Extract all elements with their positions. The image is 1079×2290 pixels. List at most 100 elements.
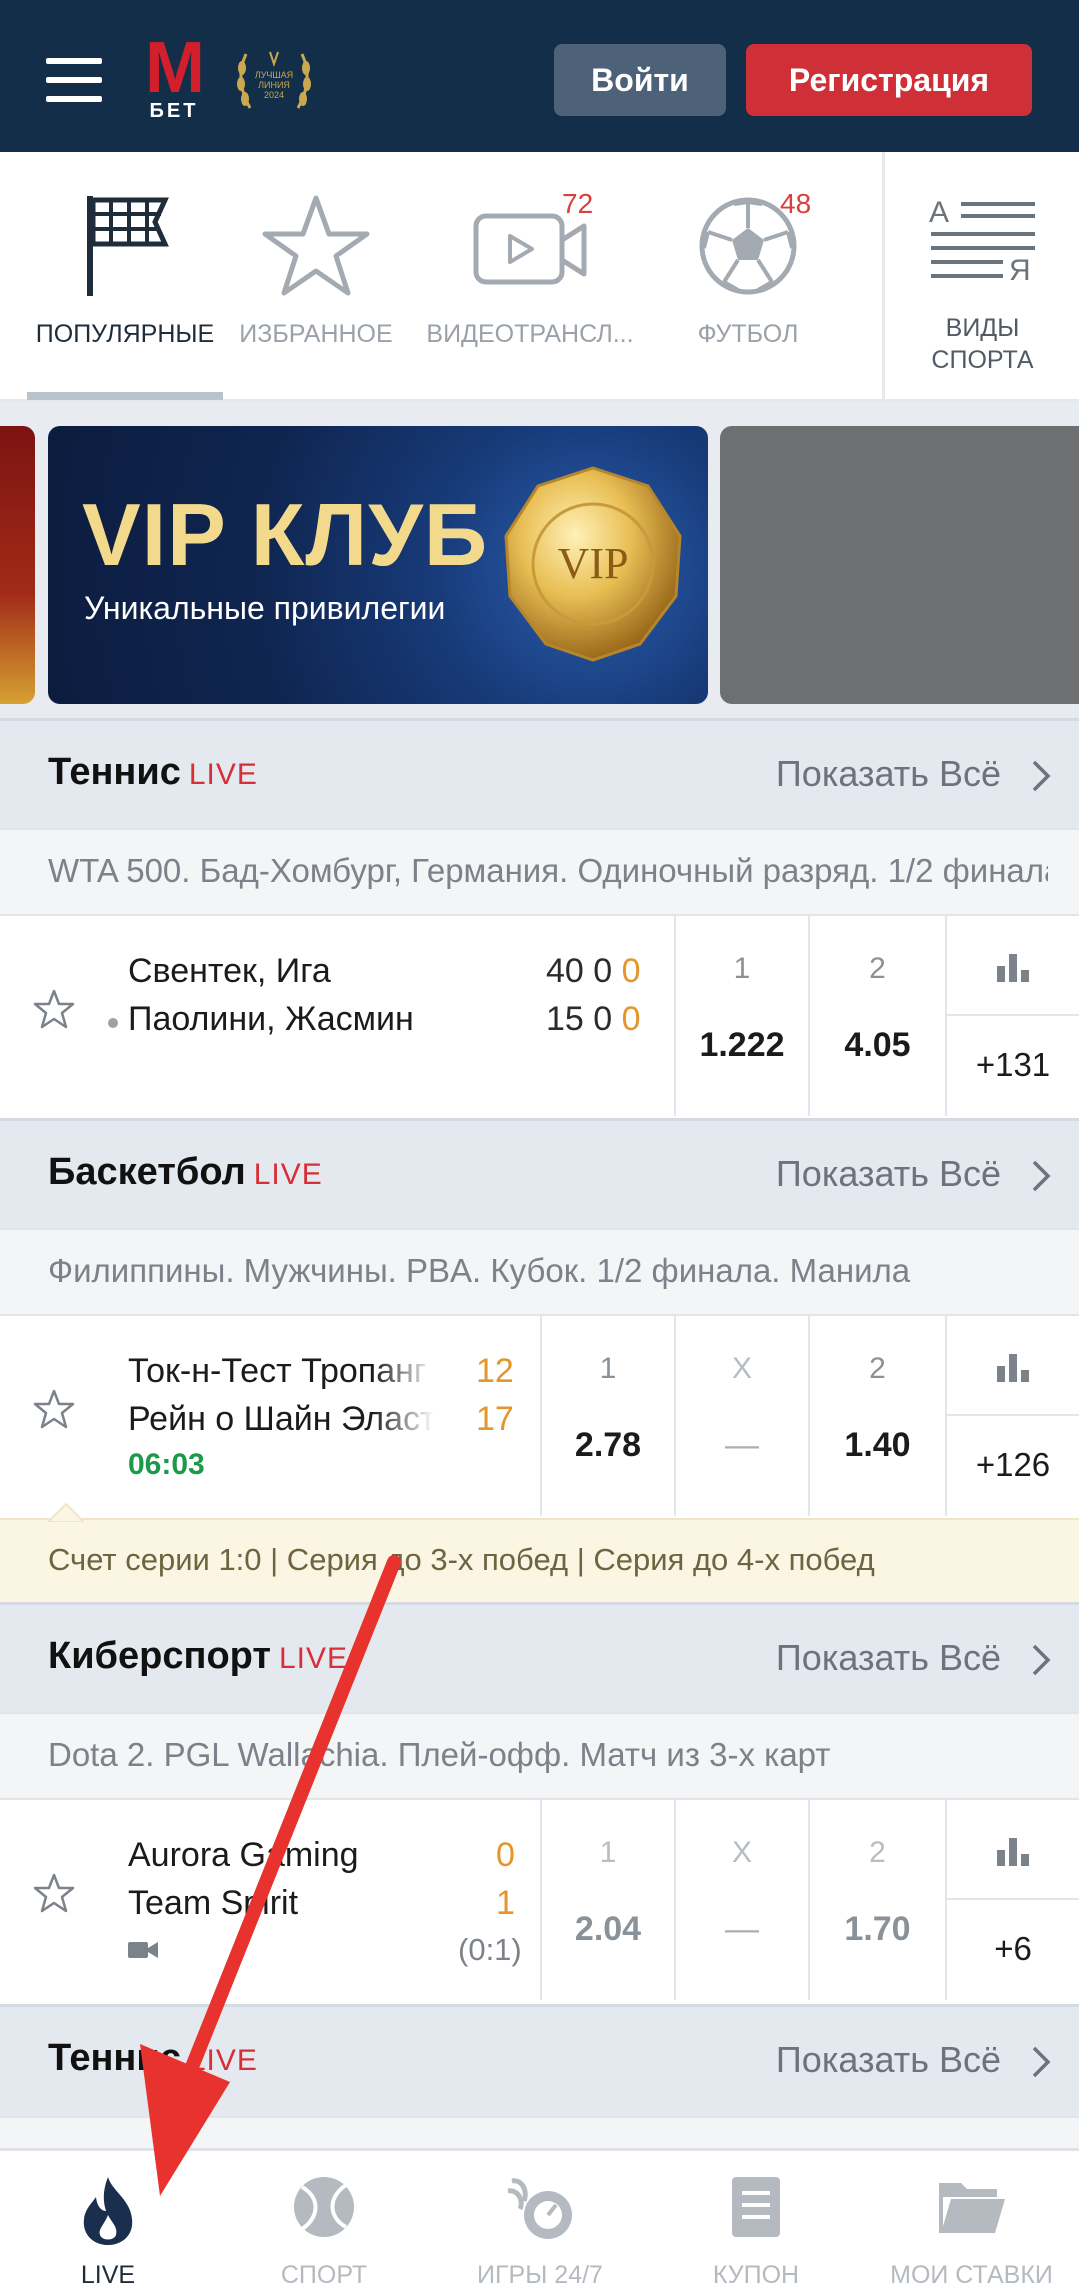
bottom-navigation: LIVE СПОРТ ИГРЫ 24/7 КУПОН МОИ СТАВКИ bbox=[0, 2148, 1079, 2290]
odds-cell-x[interactable]: X — bbox=[674, 1316, 808, 1516]
odds-cell-x[interactable]: X — bbox=[674, 1800, 808, 2000]
more-markets-button[interactable]: +6 bbox=[947, 1930, 1079, 1968]
tab-video[interactable]: 72 ВИДЕОТРАНСЛ... bbox=[414, 152, 646, 402]
stats-button[interactable] bbox=[947, 916, 1079, 1016]
show-all-link[interactable]: Показать Всё bbox=[776, 753, 1001, 795]
odds-label: X bbox=[731, 1836, 752, 1869]
stats-button[interactable] bbox=[947, 1800, 1079, 1900]
video-count-badge: 72 bbox=[562, 188, 594, 219]
promo-banner-prev[interactable] bbox=[0, 426, 35, 704]
folder-icon bbox=[938, 2183, 1005, 2233]
section-header-tennis[interactable]: Теннис LIVE Показать Всё bbox=[0, 718, 1079, 828]
pointer-triangle bbox=[48, 1502, 84, 1522]
more-markets-button[interactable]: +126 bbox=[947, 1446, 1079, 1484]
event-row[interactable]: Ток-н-Тест Тропанг Рейн о Шайн Эласто 06… bbox=[0, 1314, 1079, 1516]
odds-value: — bbox=[725, 1910, 759, 1948]
promo-banner-next[interactable] bbox=[720, 426, 1079, 704]
app-header: М БЕТ ЛУЧШАЯ ЛИНИЯ 2024 Войти Регистраци… bbox=[0, 0, 1079, 152]
league-name: WTA 500. Бад-Хомбург, Германия. Одиночны… bbox=[48, 852, 1048, 889]
active-tab-indicator bbox=[27, 392, 223, 400]
more-markets-button[interactable]: +131 bbox=[947, 1046, 1079, 1084]
odds-cell-2[interactable]: 2 1.40 bbox=[808, 1316, 945, 1516]
section-title: Баскетбол LIVE bbox=[48, 1151, 323, 1194]
nav-coupon[interactable]: КУПОН bbox=[648, 2151, 864, 2290]
nav-games-label: ИГРЫ 24/7 bbox=[477, 2261, 603, 2289]
stats-button[interactable] bbox=[947, 1316, 1079, 1416]
banner-subtitle: Уникальные привилегии bbox=[84, 590, 446, 626]
tab-football-label: ФУТБОЛ bbox=[697, 320, 799, 348]
event-side-cell: +126 bbox=[945, 1316, 1079, 1516]
star-icon bbox=[262, 195, 370, 296]
league-row-partial bbox=[0, 2116, 1079, 2148]
logo-letter: М bbox=[145, 28, 205, 108]
menu-icon[interactable] bbox=[46, 58, 102, 102]
show-all-link[interactable]: Показать Всё bbox=[776, 1153, 1001, 1195]
nav-coupon-label: КУПОН bbox=[712, 2261, 800, 2289]
chevron-right-icon bbox=[1032, 760, 1051, 792]
section-header-tennis-2[interactable]: Теннис LIVE Показать Всё bbox=[0, 2004, 1079, 2116]
section-title: Теннис LIVE bbox=[48, 2037, 258, 2080]
register-button[interactable]: Регистрация bbox=[746, 44, 1032, 116]
logo[interactable]: М БЕТ bbox=[138, 28, 210, 124]
favorite-star-icon[interactable] bbox=[32, 1872, 76, 1916]
event-row[interactable]: Свентек, Ига Паолини, Жасмин 40 0 0 15 0… bbox=[0, 914, 1079, 1116]
tab-popular[interactable]: ПОПУЛЯРНЫЕ bbox=[27, 152, 223, 402]
event-row[interactable]: Aurora Gaming Team Spirit 0 1 (0:1) 1 2.… bbox=[0, 1798, 1079, 2000]
odds-cell-2[interactable]: 2 1.70 bbox=[808, 1800, 945, 2000]
league-row[interactable]: Dota 2. PGL Wallachia. Плей-офф. Матч из… bbox=[0, 1712, 1079, 1798]
team1-name: Ток-н-Тест Тропанг bbox=[128, 1352, 427, 1390]
football-count-badge: 48 bbox=[780, 188, 812, 219]
series-info-text: Счет серии 1:0 | Серия до 3-х побед | Се… bbox=[48, 1542, 875, 1577]
tab-football[interactable]: 48 ФУТБОЛ bbox=[662, 152, 834, 402]
login-button[interactable]: Войти bbox=[554, 44, 726, 116]
live-label: LIVE bbox=[253, 1158, 323, 1191]
odds-value: 2.78 bbox=[574, 1426, 642, 1464]
vip-coin-icon: VIP bbox=[504, 466, 682, 662]
odds-label: 2 bbox=[869, 952, 886, 985]
odds-cell-1[interactable]: 1 1.222 bbox=[674, 916, 808, 1116]
odds-label: 1 bbox=[599, 1836, 617, 1869]
league-row[interactable]: Филиппины. Мужчины. PBA. Кубок. 1/2 фина… bbox=[0, 1228, 1079, 1314]
team2-score: 15 0 0 bbox=[546, 1000, 641, 1039]
odds-value: 1.70 bbox=[844, 1910, 911, 1948]
event-side-cell: +6 bbox=[945, 1800, 1079, 2000]
odds-cell-1[interactable]: 1 2.04 bbox=[540, 1800, 674, 2000]
show-all-link[interactable]: Показать Всё bbox=[776, 2039, 1001, 2081]
favorite-star-icon[interactable] bbox=[32, 1388, 76, 1432]
coin-text: VIP bbox=[558, 539, 629, 588]
section-header-basketball[interactable]: Баскетбол LIVE Показать Всё bbox=[0, 1118, 1079, 1228]
live-label: LIVE bbox=[188, 2044, 258, 2077]
promo-banner-vip[interactable]: VIP КЛУБ Уникальные привилегии VIP bbox=[48, 426, 708, 704]
tab-favorites-label: ИЗБРАННОЕ bbox=[239, 320, 393, 348]
favorite-star-icon[interactable] bbox=[32, 988, 76, 1032]
team1-score: 0 bbox=[496, 1836, 515, 1874]
team2-score: 17 bbox=[476, 1400, 514, 1438]
sports-menu-button[interactable]: A Я ВИДЫ СПОРТА bbox=[886, 152, 1079, 402]
nav-live[interactable]: LIVE bbox=[0, 2151, 216, 2290]
section-sport-name: Теннис bbox=[48, 2037, 181, 2079]
league-name: Филиппины. Мужчины. PBA. Кубок. 1/2 фина… bbox=[48, 1252, 911, 1289]
team1-name: Aurora Gaming bbox=[128, 1836, 359, 1874]
league-row[interactable]: WTA 500. Бад-Хомбург, Германия. Одиночны… bbox=[0, 828, 1079, 914]
award-text: ЛУЧШАЯ ЛИНИЯ 2024 bbox=[254, 70, 294, 100]
chevron-right-icon bbox=[1032, 2046, 1051, 2078]
nav-sport[interactable]: СПОРТ bbox=[216, 2151, 432, 2290]
odds-value: 4.05 bbox=[844, 1026, 911, 1064]
section-header-esports[interactable]: Киберспорт LIVE Показать Всё bbox=[0, 1602, 1079, 1712]
stats-icon bbox=[997, 1838, 1029, 1866]
odds-cell-1[interactable]: 1 2.78 bbox=[540, 1316, 674, 1516]
nav-my-bets[interactable]: МОИ СТАВКИ bbox=[864, 2151, 1079, 2290]
live-label: LIVE bbox=[188, 758, 258, 791]
odds-label: 2 bbox=[869, 1836, 886, 1869]
odds-label: 1 bbox=[599, 1352, 617, 1385]
tab-favorites[interactable]: ИЗБРАННОЕ bbox=[230, 152, 402, 402]
show-all-link[interactable]: Показать Всё bbox=[776, 1637, 1001, 1679]
league-name: Dota 2. PGL Wallachia. Плей-офф. Матч из… bbox=[48, 1736, 831, 1773]
tabs-divider bbox=[882, 152, 885, 402]
serving-indicator bbox=[108, 1018, 118, 1028]
maps-score: (0:1) bbox=[458, 1932, 522, 1967]
stats-icon bbox=[997, 1354, 1029, 1382]
odds-cell-2[interactable]: 2 4.05 bbox=[808, 916, 945, 1116]
chevron-right-icon bbox=[1032, 1160, 1051, 1192]
nav-games[interactable]: ИГРЫ 24/7 bbox=[432, 2151, 648, 2290]
